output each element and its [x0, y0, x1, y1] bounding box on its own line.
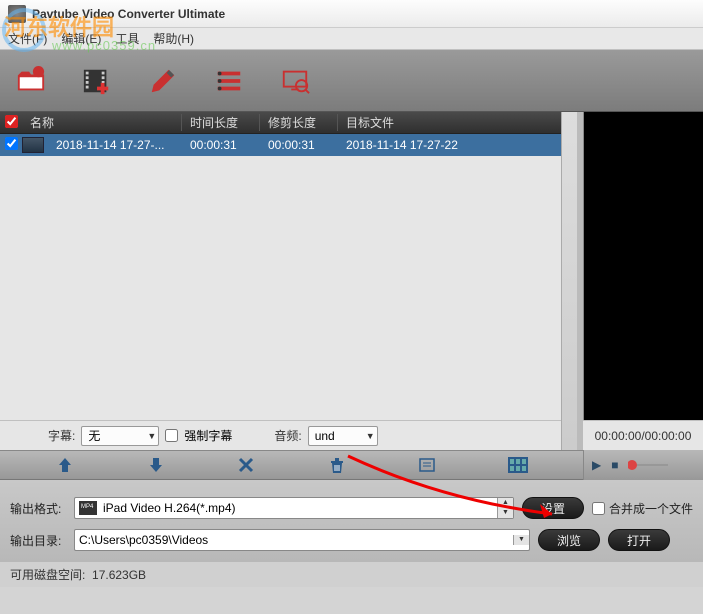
preview-timecode: 00:00:00/00:00:00: [583, 420, 703, 450]
play-button[interactable]: ▶: [592, 458, 601, 472]
subtitle-label: 字幕:: [48, 427, 75, 444]
row-checkbox[interactable]: [5, 137, 18, 150]
row-name: 2018-11-14 17-27-...: [48, 138, 182, 152]
browse-button[interactable]: 浏览: [538, 529, 600, 551]
vertical-scrollbar[interactable]: [561, 112, 577, 450]
output-dir-label: 输出目录:: [10, 532, 66, 549]
video-thumb-icon: [22, 137, 44, 153]
move-down-button[interactable]: [144, 455, 168, 475]
subtitle-select[interactable]: 无▼: [81, 426, 159, 446]
force-subtitle-label: 强制字幕: [184, 427, 232, 444]
output-panel: 输出格式: iPad Video H.264(*.mp4) ▲▼ 设置 合并成一…: [0, 480, 703, 562]
output-format-label: 输出格式:: [10, 500, 66, 517]
titlebar: Pavtube Video Converter Ultimate: [0, 0, 703, 28]
list-button[interactable]: [212, 64, 246, 98]
merge-checkbox[interactable]: [592, 502, 605, 515]
audio-select[interactable]: und▼: [308, 426, 378, 446]
grid-button[interactable]: [506, 455, 530, 475]
add-video-button[interactable]: [80, 64, 114, 98]
col-dest[interactable]: 目标文件: [338, 114, 561, 131]
move-up-button[interactable]: [53, 455, 77, 475]
col-duration[interactable]: 时间长度: [182, 114, 260, 131]
seek-slider[interactable]: [628, 459, 668, 471]
format-up-icon[interactable]: ▲: [498, 498, 513, 508]
output-format-select[interactable]: iPad Video H.264(*.mp4) ▲▼: [74, 497, 514, 519]
remove-button[interactable]: [234, 455, 258, 475]
merge-label: 合并成一个文件: [609, 500, 693, 517]
menu-help[interactable]: 帮助(H): [153, 30, 194, 47]
info-button[interactable]: [415, 455, 439, 475]
table-row[interactable]: 2018-11-14 17-27-... 00:00:31 00:00:31 2…: [0, 134, 561, 156]
playback-bar: ▶ ■: [583, 450, 703, 480]
edit-button[interactable]: [146, 64, 180, 98]
format-down-icon[interactable]: ▼: [498, 508, 513, 518]
preview-pane: [583, 112, 703, 420]
row-trim: 00:00:31: [260, 138, 338, 152]
col-trim[interactable]: 修剪长度: [260, 114, 338, 131]
row-dest: 2018-11-14 17-27-22: [338, 138, 561, 152]
file-list: 名称 时间长度 修剪长度 目标文件 2018-11-14 17-27-... 0…: [0, 112, 561, 450]
settings-button[interactable]: 设置: [522, 497, 584, 519]
action-bar: [0, 450, 583, 480]
audio-label: 音频:: [274, 427, 301, 444]
window-title: Pavtube Video Converter Ultimate: [32, 7, 225, 21]
open-button[interactable]: 打开: [608, 529, 670, 551]
output-dir-field[interactable]: C:\Users\pc0359\Videos ▼: [74, 529, 530, 551]
main-toolbar: [0, 50, 703, 112]
col-name[interactable]: 名称: [22, 114, 182, 131]
screen-button[interactable]: [278, 64, 312, 98]
row-duration: 00:00:31: [182, 138, 260, 152]
mp4-icon: [79, 501, 97, 515]
subtitle-audio-row: 字幕: 无▼ 强制字幕 音频: und▼: [0, 420, 561, 450]
watermark-url: www.pc0359.cn: [52, 38, 156, 53]
select-all-checkbox[interactable]: [5, 115, 18, 128]
open-folder-button[interactable]: [14, 64, 48, 98]
force-subtitle-checkbox[interactable]: [165, 429, 178, 442]
dropdown-icon[interactable]: ▼: [518, 535, 525, 545]
stop-button[interactable]: ■: [611, 458, 618, 472]
list-header: 名称 时间长度 修剪长度 目标文件: [0, 112, 561, 134]
delete-button[interactable]: [325, 455, 349, 475]
disk-space: 可用磁盘空间: 17.623GB: [0, 562, 703, 587]
